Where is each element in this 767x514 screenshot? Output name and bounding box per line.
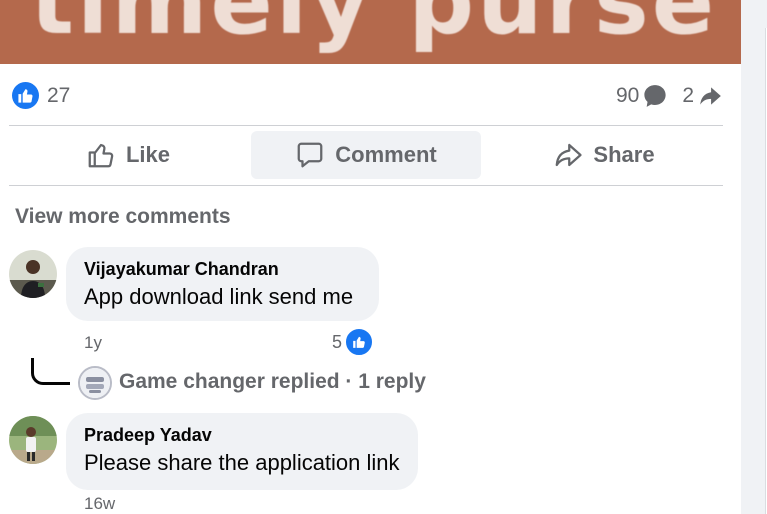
comment-timestamp[interactable]: 16w <box>84 494 115 514</box>
comment-timestamp[interactable]: 1y <box>84 333 102 353</box>
reactions-summary[interactable]: 27 <box>12 82 70 109</box>
avatar[interactable] <box>9 416 57 464</box>
comment-bubble: Pradeep Yadav Please share the applicati… <box>66 413 418 490</box>
speech-bubble-icon <box>644 85 666 107</box>
post-image[interactable]: timely purse <box>0 0 741 64</box>
comment-like-count[interactable]: 5 <box>332 327 375 357</box>
comment-label: Comment <box>335 142 437 167</box>
post-action-bar: Like Comment Share <box>9 131 723 181</box>
comments-count-link[interactable]: 90 <box>616 83 668 109</box>
share-arrow-icon <box>700 87 721 105</box>
like-label: Like <box>125 142 171 167</box>
comment-button[interactable]: Comment <box>251 131 481 179</box>
comment-outline-icon <box>297 142 323 168</box>
avatar-photo <box>9 416 57 464</box>
comment-like-number: 5 <box>332 331 343 352</box>
comment-text: App download link send me <box>84 284 354 309</box>
avatar-photo <box>9 250 57 298</box>
right-scroll-rail <box>741 0 767 514</box>
post-image-text: timely purse <box>30 0 718 55</box>
post-stats: 90 2 <box>616 83 723 109</box>
view-replies-link[interactable]: Game changer replied · 1 reply <box>119 370 426 394</box>
comment-bubble: Vijayakumar Chandran App download link s… <box>66 247 379 321</box>
reply-avatar-logo <box>80 368 110 398</box>
share-outline-icon <box>556 143 583 167</box>
share-button[interactable]: Share <box>485 131 723 179</box>
comments-count: 90 <box>615 84 640 107</box>
shares-count-link[interactable]: 2 <box>682 83 723 109</box>
shares-count: 2 <box>682 84 694 107</box>
like-button[interactable]: Like <box>9 131 247 179</box>
avatar[interactable] <box>78 366 112 400</box>
reaction-count: 27 <box>47 83 71 107</box>
share-label: Share <box>593 142 655 167</box>
view-more-comments-link[interactable]: View more comments <box>15 205 231 229</box>
comment-author[interactable]: Pradeep Yadav <box>84 425 400 446</box>
thumb-up-outline-icon <box>88 143 114 168</box>
divider-top <box>9 125 723 126</box>
reply-thread-connector <box>31 358 70 385</box>
divider-bottom <box>9 185 723 186</box>
like-thumb-icon <box>344 327 375 357</box>
avatar[interactable] <box>9 250 57 298</box>
like-thumb-icon <box>12 82 39 109</box>
comment-author[interactable]: Vijayakumar Chandran <box>84 259 361 280</box>
comment-text: Please share the application link <box>84 450 400 475</box>
